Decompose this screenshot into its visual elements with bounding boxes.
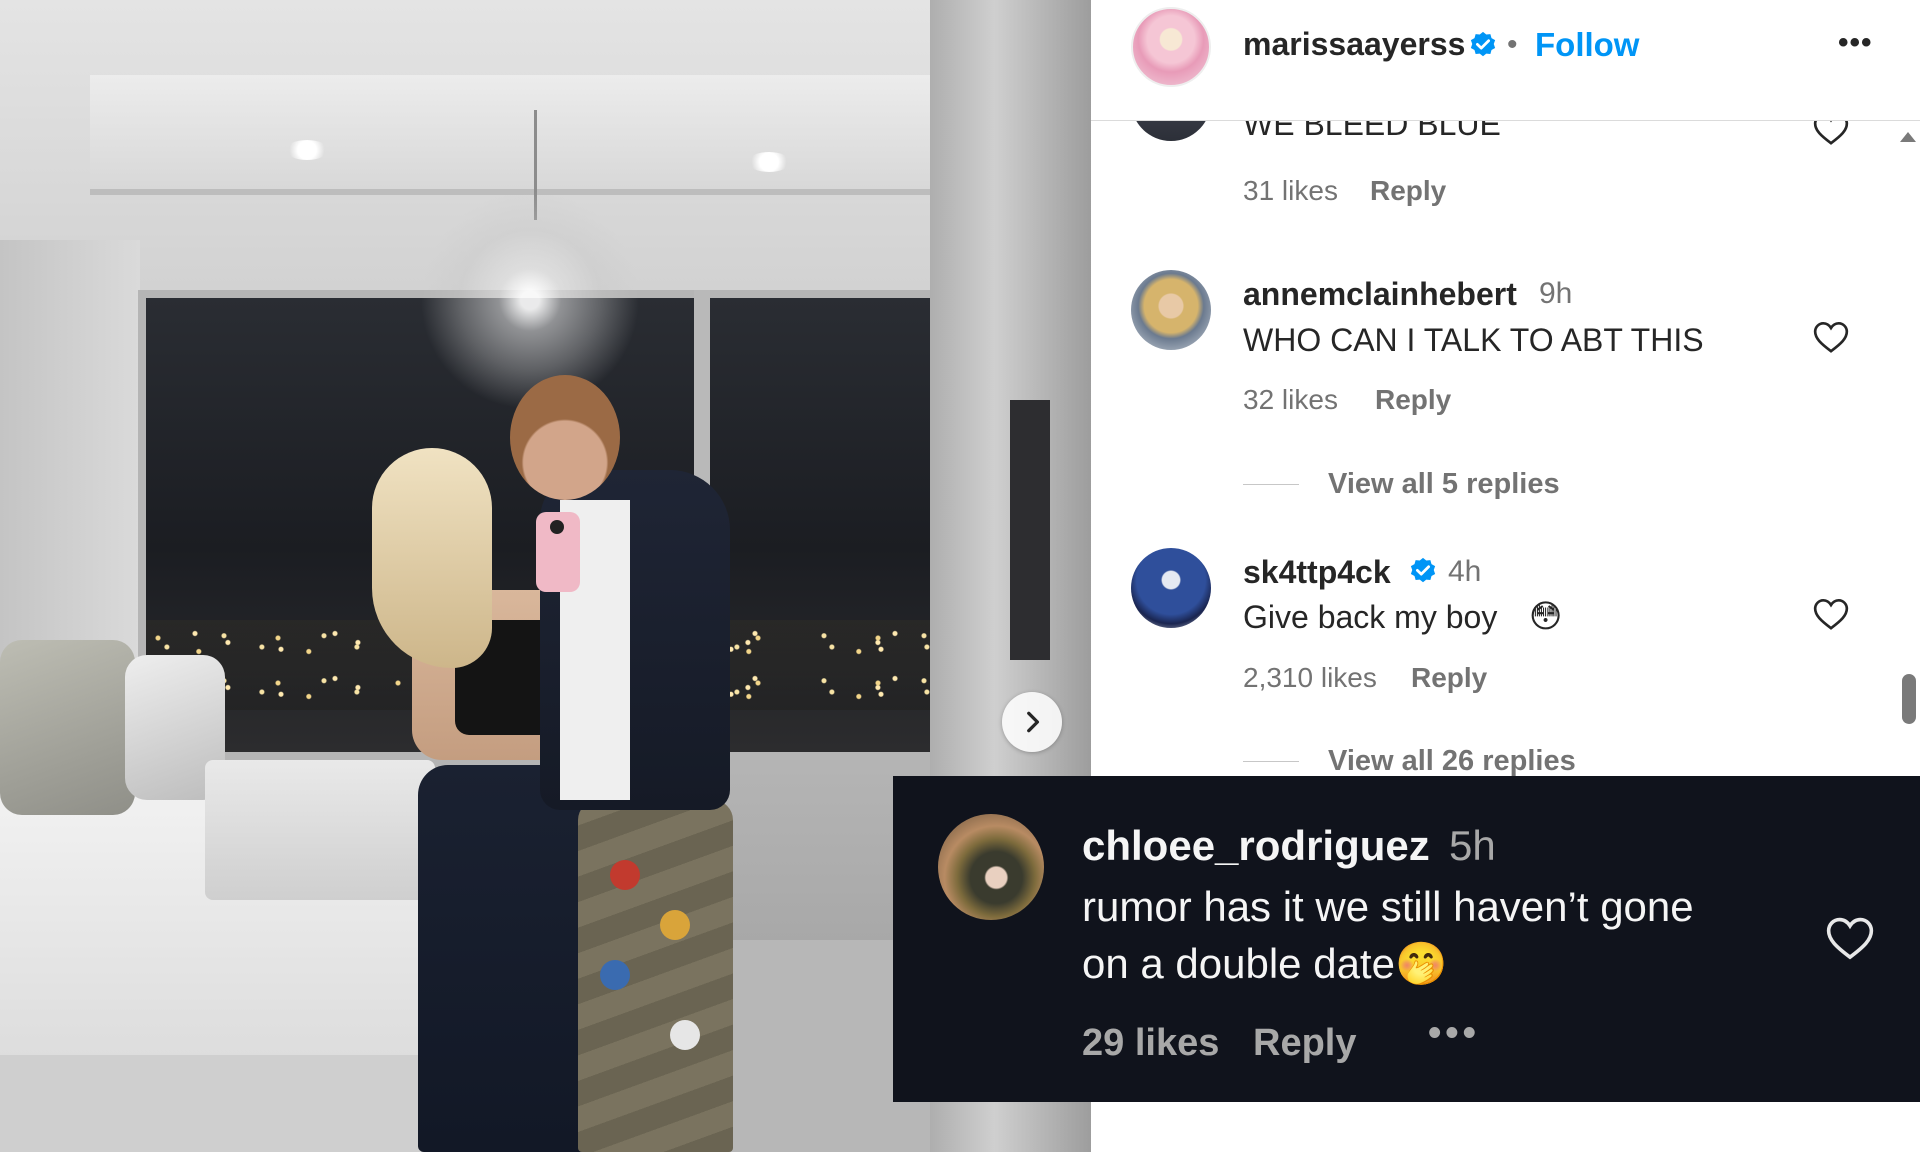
comment-avatar[interactable] — [1131, 270, 1211, 350]
comment-likes[interactable]: 32 likes — [1243, 384, 1338, 416]
comment-time: 5h — [1449, 822, 1496, 869]
view-replies-button[interactable]: View all 26 replies — [1328, 745, 1576, 778]
flushed-face-emoji: 😳 — [1529, 597, 1563, 635]
comment-username[interactable]: sk4ttp4ck — [1243, 554, 1391, 591]
replies-divider — [1243, 484, 1299, 485]
follow-button[interactable]: Follow — [1535, 26, 1639, 64]
verified-badge-icon — [1470, 31, 1496, 57]
pants-patch — [600, 960, 630, 990]
woman-hair — [372, 448, 492, 668]
verified-badge-icon — [1410, 557, 1436, 583]
comment-text: WE BLEED BLUE — [1243, 121, 1501, 142]
scroll-thumb[interactable] — [1902, 674, 1916, 724]
face-with-hand-over-mouth-emoji: 🤭 — [1394, 939, 1448, 988]
author-username[interactable]: marissaayerss — [1243, 26, 1465, 63]
heart-icon[interactable] — [1811, 121, 1851, 149]
ceiling-soffit — [90, 75, 940, 195]
folded-throw — [205, 760, 435, 900]
comment-time: 9h — [1539, 277, 1573, 310]
reply-button[interactable]: Reply — [1411, 662, 1487, 694]
chevron-right-icon — [1027, 711, 1040, 733]
man-head — [510, 375, 620, 500]
comment-text-line: on a double date — [1082, 940, 1395, 987]
comment-text-line: rumor has it we still haven’t gone — [1082, 883, 1694, 930]
heart-icon[interactable] — [1811, 594, 1851, 634]
pants-patch — [610, 860, 640, 890]
comment-avatar[interactable] — [1131, 121, 1211, 141]
comment-text: WHO CAN I TALK TO ABT THIS — [1243, 322, 1704, 358]
replies-divider — [1243, 761, 1299, 762]
pants-patch — [660, 910, 690, 940]
bed-base — [0, 1055, 470, 1152]
highlighted-comment: chloee_rodriguez 5h rumor has it we stil… — [893, 776, 1920, 1102]
scroll-up-arrow-icon[interactable] — [1900, 132, 1916, 142]
ceiling-light — [748, 152, 790, 172]
comment-username[interactable]: annemclainhebert — [1243, 276, 1517, 313]
reply-button[interactable]: Reply — [1253, 1022, 1356, 1065]
header-separator: • — [1507, 28, 1518, 61]
ceiling-light — [286, 140, 328, 160]
comment-time: 4h — [1448, 555, 1482, 588]
heart-icon[interactable] — [1811, 317, 1851, 357]
view-replies-button[interactable]: View all 5 replies — [1328, 468, 1560, 501]
comment-likes[interactable]: 29 likes — [1082, 1022, 1219, 1065]
pants-patch — [670, 1020, 700, 1050]
woman-jeans — [418, 765, 590, 1152]
pink-phone — [536, 512, 580, 592]
comment-text: rumor has it we still haven’t gone on a … — [1082, 878, 1772, 992]
comment-avatar[interactable] — [938, 814, 1044, 920]
comment-more-options-button[interactable]: ••• — [1428, 1012, 1480, 1055]
author-avatar[interactable] — [1131, 7, 1211, 87]
pillow — [0, 640, 135, 815]
comment-likes[interactable]: 2,310 likes — [1243, 662, 1377, 694]
comment-likes[interactable]: 31 likes — [1243, 175, 1338, 207]
reply-button[interactable]: Reply — [1370, 175, 1446, 207]
more-options-button[interactable]: ••• — [1838, 26, 1873, 60]
chandelier — [420, 190, 640, 410]
post-header: marissaayerss • Follow ••• — [1091, 0, 1920, 121]
comment-text: Give back my boy — [1243, 599, 1498, 635]
heart-icon[interactable] — [1823, 911, 1877, 965]
comment-username[interactable]: chloee_rodriguez — [1082, 822, 1430, 870]
comment-avatar[interactable] — [1131, 548, 1211, 628]
next-photo-button[interactable] — [1002, 692, 1062, 752]
reply-button[interactable]: Reply — [1375, 384, 1451, 416]
